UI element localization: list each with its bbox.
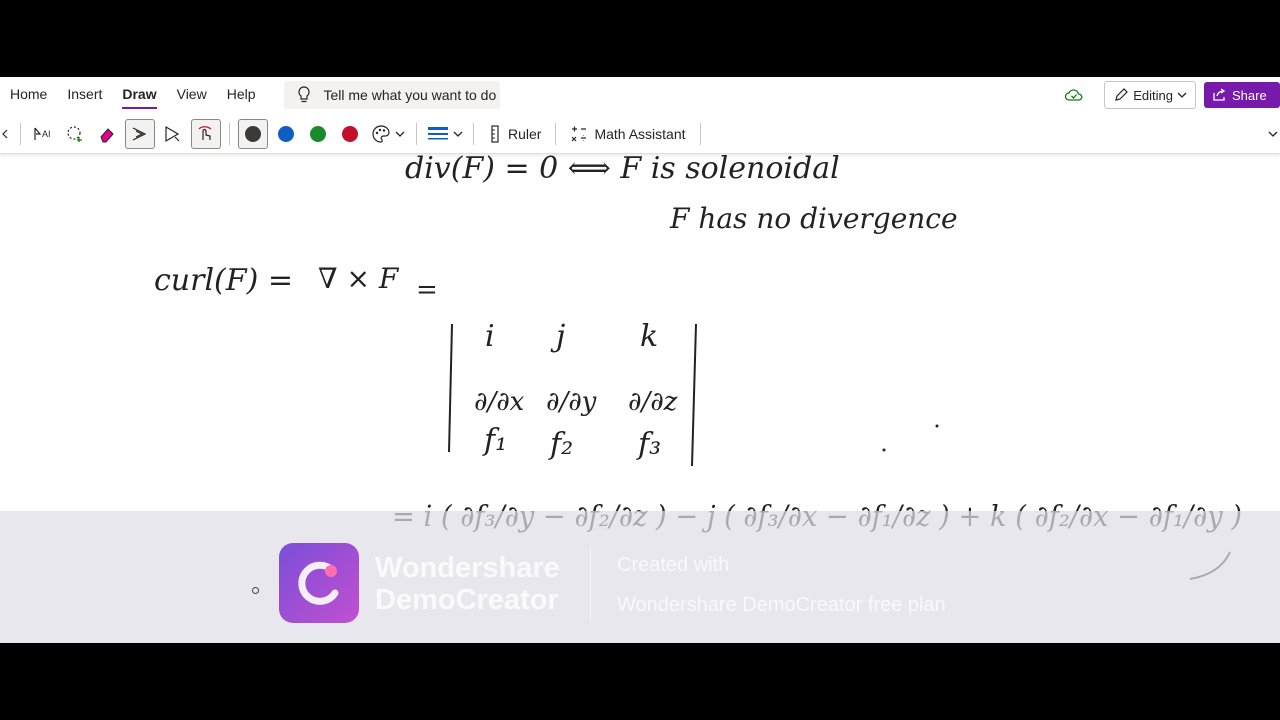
lightbulb-icon (292, 86, 316, 104)
pen-green-button[interactable] (304, 120, 332, 148)
type-select-icon[interactable]: AI (29, 120, 57, 148)
touch-draw-icon[interactable] (191, 119, 221, 149)
ruler-icon (491, 125, 499, 143)
svg-text:AI: AI (42, 129, 51, 139)
line-thickness-button[interactable] (425, 120, 465, 148)
watermark-brand-line1: Wondershare (375, 552, 560, 584)
editing-mode-button[interactable]: Editing (1104, 81, 1196, 109)
color-palette-button[interactable] (368, 120, 408, 148)
chevron-down-icon (453, 131, 463, 137)
toolbar-divider (555, 123, 557, 145)
math-assistant-button[interactable]: Math Assistant (564, 120, 691, 148)
pen-red-button[interactable] (336, 120, 364, 148)
toolbar-divider (20, 123, 21, 145)
cursor-pointer (252, 587, 259, 594)
watermark-created-line1: Created with (617, 554, 730, 576)
tell-me-search[interactable]: Tell me what you want to do (283, 81, 500, 109)
header-right-tools: Editing Share (1064, 81, 1280, 109)
watermark-divider (590, 546, 591, 622)
ruler-label: Ruler (508, 126, 542, 142)
lasso-select-icon[interactable] (61, 120, 89, 148)
pen-color-swatch-blue (278, 126, 294, 142)
draw-toolbar: AI Ruler Math Assistant (0, 115, 1280, 154)
matrix-cell-f1: f₁ (482, 423, 507, 458)
pen-color-swatch-black (245, 126, 261, 142)
menu-help[interactable]: Help (217, 77, 266, 113)
ruler-button[interactable]: Ruler (482, 120, 547, 148)
ink-dot (882, 448, 886, 452)
pen-blue-button[interactable] (272, 120, 300, 148)
chevron-down-icon (1177, 92, 1187, 98)
determinant-right-bar (691, 323, 697, 467)
onenote-app-window: Home Insert Draw View Help Tell me what … (0, 77, 1280, 643)
matrix-cell-j: j (550, 319, 565, 354)
menu-draw[interactable]: Draw (112, 77, 166, 113)
share-label: Share (1232, 87, 1267, 103)
tell-me-text: Tell me what you want to do (323, 87, 497, 103)
matrix-cell-f3: f₃ (636, 427, 661, 462)
chevron-down-icon (395, 131, 405, 137)
eraser-icon[interactable] (93, 120, 121, 148)
toolbar-divider (416, 123, 417, 145)
ink-line-div: div(F) = 0 ⟺ F is solenoidal (405, 154, 840, 186)
menu-insert[interactable]: Insert (57, 77, 112, 113)
menu-home[interactable]: Home (0, 77, 57, 113)
matrix-cell-dz: ∂/∂z (628, 387, 678, 417)
pencil-icon (1115, 88, 1129, 101)
cloud-sync-icon[interactable] (1064, 85, 1084, 105)
ink-line-no-divergence: F has no divergence (669, 202, 958, 235)
matrix-cell-k: k (640, 319, 658, 354)
menu-view[interactable]: View (167, 77, 217, 113)
watermark-band (0, 511, 1280, 643)
math-icon (572, 126, 587, 142)
share-button[interactable]: Share (1204, 82, 1280, 108)
math-assistant-label: Math Assistant (594, 126, 686, 142)
toolbar-divider (473, 123, 474, 145)
toolbar-divider (699, 123, 701, 145)
share-icon (1213, 88, 1226, 101)
ribbon-menu-bar: Home Insert Draw View Help Tell me what … (0, 77, 1280, 113)
ribbon-collapse-icon[interactable] (1268, 120, 1278, 148)
note-canvas[interactable]: div(F) = 0 ⟺ F is solenoidal F has no di… (0, 154, 1280, 643)
watermark-brand-line2: DemoCreator (375, 584, 559, 616)
chevron-left-icon[interactable] (0, 120, 10, 148)
matrix-cell-i: i (485, 319, 495, 354)
ink-equals: = (416, 275, 438, 305)
matrix-cell-dy: ∂/∂y (546, 387, 597, 417)
editing-label: Editing (1133, 87, 1173, 103)
ink-curl-lhs: curl(F) = (154, 263, 293, 298)
determinant-left-bar (448, 323, 453, 453)
ink-replay-icon[interactable] (159, 120, 187, 148)
toolbar-divider (229, 123, 230, 145)
pen-black-button[interactable] (238, 119, 268, 149)
matrix-cell-dx: ∂/∂x (474, 387, 525, 417)
democreator-logo (279, 543, 359, 623)
watermark-created-line2: Wondershare DemoCreator free plan (617, 594, 946, 616)
ink-to-shape-icon[interactable] (125, 119, 155, 149)
pen-color-swatch-red (342, 126, 358, 142)
matrix-cell-f2: f₂ (548, 427, 573, 462)
line-thickness-icon (428, 127, 448, 140)
pen-color-swatch-green (310, 126, 326, 142)
ink-dot (935, 424, 939, 428)
palette-icon (372, 125, 390, 143)
ink-nabla-cross-f: ∇ × F (318, 262, 400, 295)
